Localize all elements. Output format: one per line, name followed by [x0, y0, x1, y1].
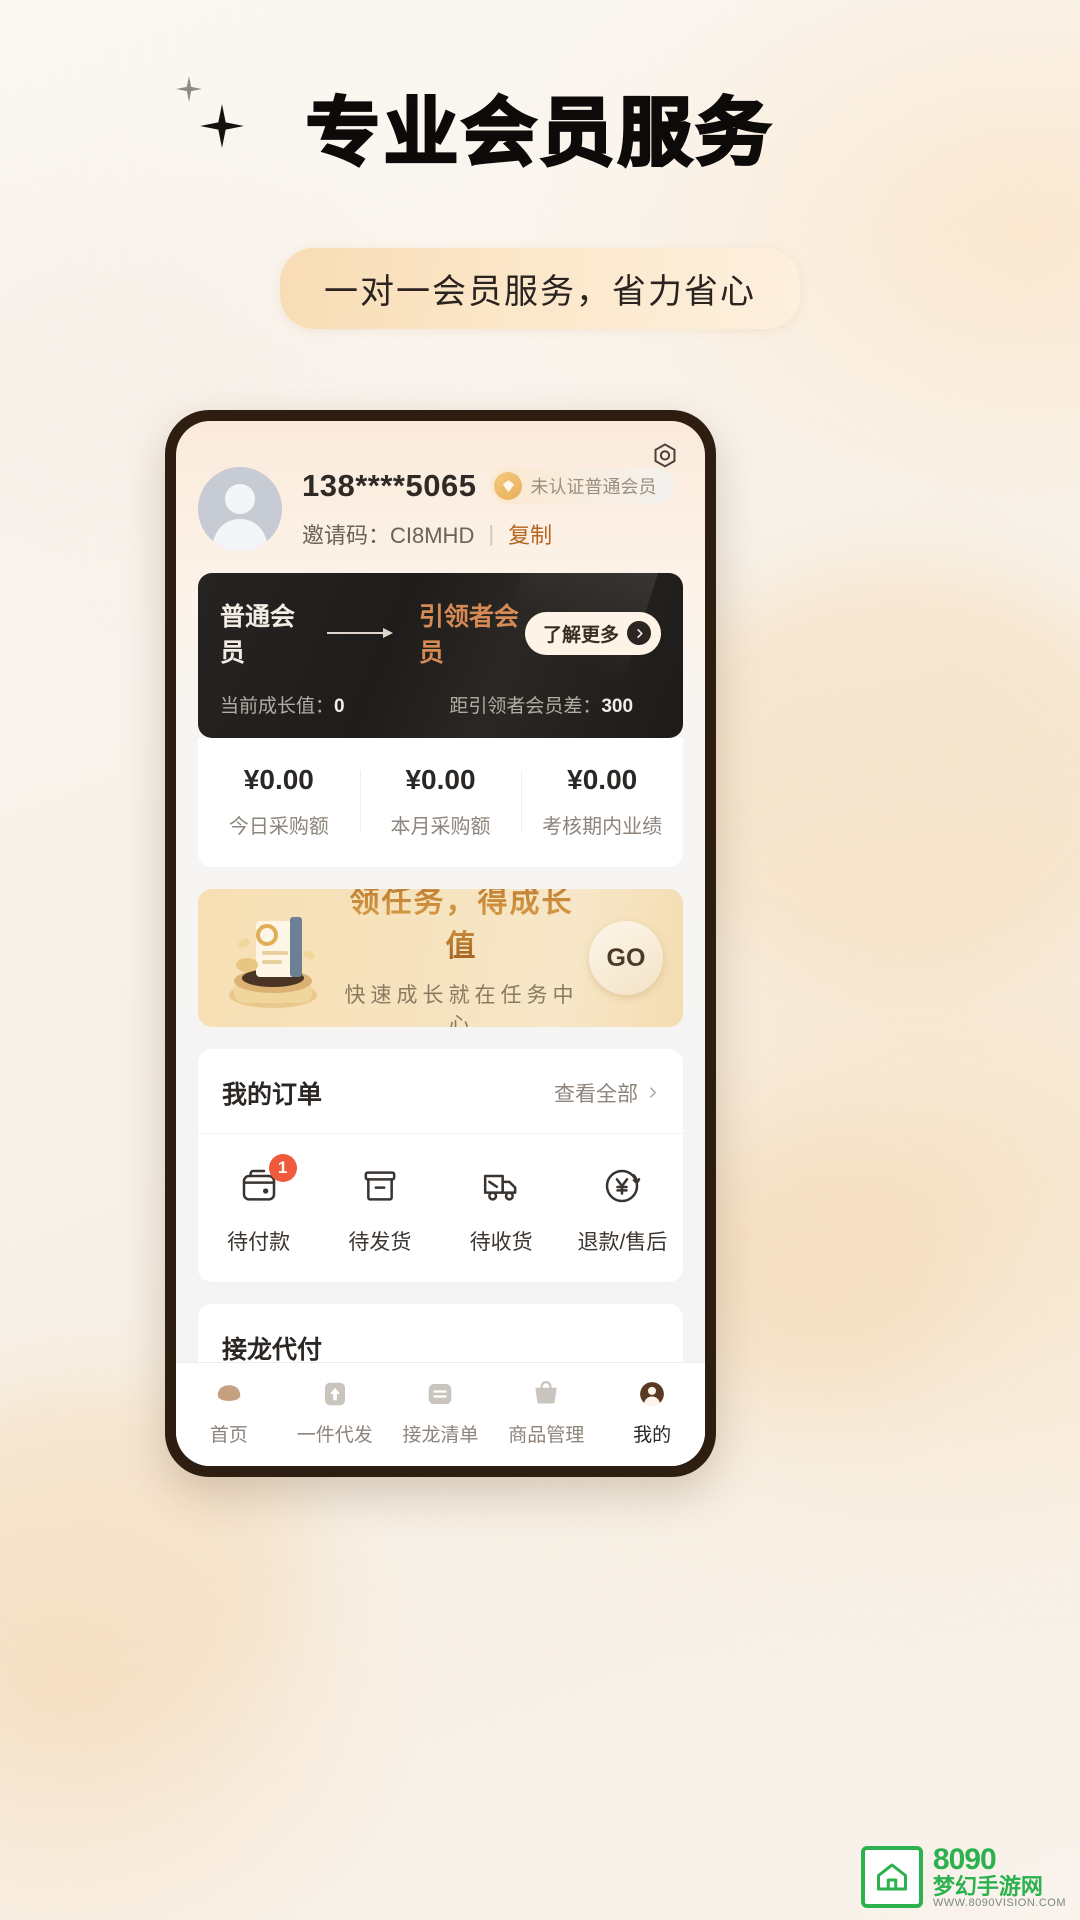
profile-details: 138****5065 未认证普通会员 邀请码：CI8MHD | 复制 [302, 468, 705, 550]
bottom-tab-bar: 首页 一件代发 接龙清单 商品管理 我的 [176, 1362, 705, 1466]
amount-summary-card: ¥0.00 今日采购额 ¥0.00 本月采购额 ¥0.00 考核期内业绩 [198, 738, 683, 867]
order-status-refund[interactable]: 退款/售后 [562, 1164, 683, 1256]
tab-home[interactable]: 首页 [176, 1377, 282, 1447]
avatar[interactable] [198, 467, 282, 551]
gem-icon [494, 472, 523, 500]
order-status-unshipped[interactable]: 待发货 [319, 1164, 440, 1256]
dropship-icon [318, 1377, 352, 1411]
learn-more-button[interactable]: 了解更多 [524, 611, 661, 655]
amount-item-assessment[interactable]: ¥0.00 考核期内业绩 [521, 764, 683, 839]
status-badge-label: 未认证普通会员 [530, 477, 657, 497]
task-go-button[interactable]: GO [589, 921, 663, 995]
order-status-label: 待付款 [227, 1231, 291, 1254]
watermark-line2: 梦幻手游网 [932, 1874, 1043, 1900]
amount-item-month[interactable]: ¥0.00 本月采购额 [359, 764, 522, 839]
watermark-text: 8090 梦幻手游网 WWW.8090VISION.COM [933, 1844, 1066, 1910]
phone-frame: 138****5065 未认证普通会员 邀请码：CI8MHD | 复制 普通会员… [165, 410, 716, 1477]
invite-separator: | [488, 521, 495, 546]
screen-scroll-area[interactable]: 138****5065 未认证普通会员 邀请码：CI8MHD | 复制 普通会员… [176, 421, 705, 1466]
watermark-line1: 8090 [932, 1842, 997, 1876]
order-status-unreceived[interactable]: 待收货 [441, 1164, 562, 1256]
page-title: 专业会员服务 [305, 90, 774, 176]
tab-label: 我的 [633, 1424, 672, 1446]
current-growth-value: 0 [334, 696, 345, 717]
order-status-label: 退款/售后 [577, 1231, 668, 1254]
amount-label: 今日采购额 [228, 816, 329, 838]
current-level: 普通会员 [220, 603, 296, 667]
amount-label: 考核期内业绩 [542, 816, 663, 838]
invite-row: 邀请码：CI8MHD | 复制 [302, 518, 705, 550]
my-orders-panel: 我的订单 查看全部 1 待付款 待发货 待收货 退款/售后 [198, 1049, 683, 1282]
tab-label: 接龙清单 [402, 1424, 479, 1446]
user-icon [635, 1377, 669, 1411]
next-level: 引领者会员 [418, 603, 519, 667]
amount-label: 本月采购额 [390, 816, 491, 838]
tab-label: 首页 [209, 1424, 248, 1446]
current-growth-label: 当前成长值： [220, 696, 335, 717]
invite-code: 邀请码：CI8MHD [302, 523, 475, 548]
truck-icon [479, 1164, 523, 1208]
growth-gap-stat: 距引领者会员差：300 [449, 691, 633, 718]
tab-mine[interactable]: 我的 [599, 1377, 705, 1447]
amount-item-today[interactable]: ¥0.00 今日采购额 [198, 764, 360, 839]
amount-value: ¥0.00 [405, 764, 476, 795]
amount-value: ¥0.00 [243, 764, 314, 795]
amount-value: ¥0.00 [567, 764, 638, 795]
task-banner-texts: 领任务，得成长值 快速成长就在任务中心 [338, 889, 585, 1027]
sparkle-large-icon [200, 104, 244, 148]
level-stats-row: 当前成长值：0 距引领者会员差：300 [220, 691, 661, 718]
tab-goods[interactable]: 商品管理 [493, 1377, 599, 1447]
task-banner-title: 领任务，得成长值 [338, 889, 585, 965]
tab-label: 一件代发 [296, 1424, 373, 1446]
copy-button[interactable]: 复制 [508, 518, 552, 550]
gear-icon[interactable] [647, 439, 683, 475]
tab-relay-list[interactable]: 接龙清单 [388, 1377, 494, 1447]
view-all-orders-button[interactable]: 查看全部 [554, 1078, 659, 1108]
wallet-icon: 1 [237, 1154, 297, 1208]
growth-gap-label: 距引领者会员差： [449, 696, 602, 717]
my-orders-title: 我的订单 [222, 1081, 323, 1109]
order-status-label: 待收货 [469, 1231, 533, 1254]
current-growth-stat: 当前成长值：0 [220, 691, 449, 718]
phone-screen: 138****5065 未认证普通会员 邀请码：CI8MHD | 复制 普通会员… [176, 421, 705, 1466]
promo-subtitle: 一对一会员服务，省力省心 [280, 248, 800, 329]
learn-more-label: 了解更多 [542, 624, 619, 646]
home-icon [212, 1377, 246, 1411]
relay-list-icon [423, 1377, 457, 1411]
sparkle-decoration [176, 76, 246, 156]
tab-dropship[interactable]: 一件代发 [282, 1377, 388, 1447]
relay-pay-title: 接龙代付 [222, 1336, 323, 1364]
tab-label: 商品管理 [508, 1424, 585, 1446]
phone-number: 138****5065 [302, 468, 477, 503]
chevron-right-icon [627, 621, 651, 645]
order-status-grid: 1 待付款 待发货 待收货 退款/售后 [198, 1134, 683, 1282]
order-badge-count: 1 [268, 1154, 297, 1182]
house-icon [860, 1845, 923, 1908]
arrow-right-icon [326, 626, 397, 640]
view-all-label: 查看全部 [554, 1083, 638, 1106]
goods-icon [529, 1377, 563, 1411]
profile-top-row: 138****5065 未认证普通会员 [302, 468, 705, 504]
my-orders-header: 我的订单 查看全部 [198, 1049, 683, 1134]
refund-icon [600, 1164, 644, 1208]
task-banner[interactable]: 领任务，得成长值 快速成长就在任务中心 GO [198, 889, 683, 1027]
membership-level-card[interactable]: 普通会员 引领者会员 了解更多 当前成长值：0 距引领者会员差：300 [198, 573, 683, 738]
level-upgrade-row: 普通会员 引领者会员 了解更多 [220, 597, 661, 669]
watermark-line3: WWW.8090VISION.COM [932, 1897, 1066, 1910]
profile-section[interactable]: 138****5065 未认证普通会员 邀请码：CI8MHD | 复制 [176, 421, 705, 551]
task-banner-subtitle: 快速成长就在任务中心 [344, 984, 579, 1027]
growth-gap-value: 300 [601, 696, 634, 717]
order-status-label: 待发货 [348, 1231, 412, 1254]
chevron-right-icon [646, 1081, 659, 1105]
sparkle-small-icon [176, 76, 202, 102]
promo-header: 专业会员服务 [0, 76, 1080, 176]
box-icon [358, 1164, 402, 1208]
order-status-unpaid[interactable]: 1 待付款 [198, 1154, 319, 1256]
site-watermark: 8090 梦幻手游网 WWW.8090VISION.COM [860, 1844, 1066, 1910]
task-trophy-icon [214, 903, 332, 1013]
